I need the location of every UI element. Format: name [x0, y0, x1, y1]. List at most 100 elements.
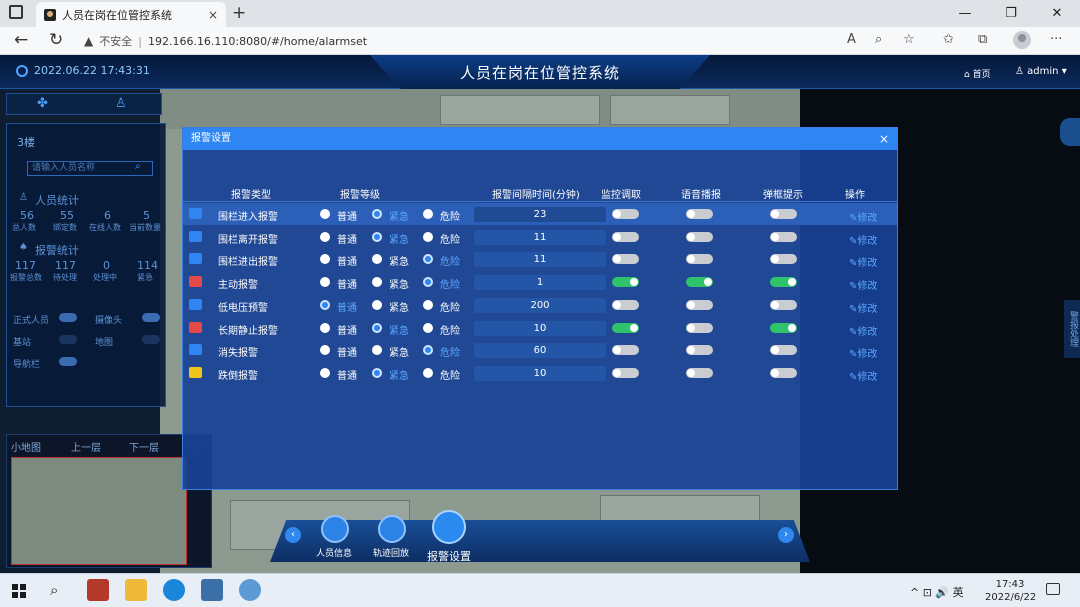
taskbar-clock[interactable]: 17:43 2022/6/22 — [985, 578, 1036, 604]
level-radio[interactable] — [372, 254, 382, 265]
level-radio[interactable] — [372, 209, 382, 219]
restore-button[interactable]: ❐ — [988, 0, 1034, 27]
edit-button[interactable]: ✎修改 — [849, 300, 877, 315]
url-field[interactable]: ▲ 不安全 | 192.166.16.110:8080/#/home/alarm… — [84, 31, 864, 51]
search-icon[interactable]: ⌕ — [135, 161, 141, 172]
level-radio-label[interactable]: 紧急 — [389, 367, 409, 382]
popup-switch[interactable] — [770, 254, 797, 265]
level-radio[interactable] — [320, 345, 330, 356]
level-radio-label[interactable]: 普通 — [337, 276, 357, 291]
level-radio-label[interactable]: 危险 — [440, 253, 460, 268]
search-icon[interactable]: ⌕ — [50, 581, 58, 599]
level-radio[interactable] — [320, 367, 330, 378]
nav-next-icon[interactable]: › — [778, 527, 794, 543]
level-radio[interactable] — [423, 299, 433, 310]
edit-button[interactable]: ✎修改 — [849, 232, 877, 247]
toggle-switch[interactable] — [59, 357, 77, 366]
profile-avatar[interactable] — [1013, 31, 1031, 49]
popup-switch[interactable] — [770, 299, 797, 310]
level-radio-label[interactable]: 危险 — [440, 367, 460, 382]
level-radio[interactable] — [372, 231, 382, 242]
level-radio[interactable] — [320, 231, 330, 242]
level-radio-label[interactable]: 危险 — [440, 231, 460, 246]
nav-track-replay[interactable]: 轨迹回放 — [373, 546, 409, 559]
level-radio-label[interactable]: 紧急 — [389, 208, 409, 223]
voice-switch[interactable] — [686, 231, 713, 242]
monitor-switch[interactable] — [612, 209, 639, 219]
level-radio[interactable] — [320, 209, 330, 219]
popup-switch[interactable] — [770, 322, 797, 333]
level-radio[interactable] — [423, 231, 433, 242]
monitor-switch[interactable] — [612, 277, 639, 288]
level-radio-label[interactable]: 紧急 — [389, 322, 409, 337]
toggle-switch[interactable] — [142, 335, 160, 344]
popup-switch[interactable] — [770, 345, 797, 356]
browser-tab[interactable]: 人员在岗在位管控系统 × — [36, 2, 226, 27]
refresh-icon[interactable]: ↻ — [49, 30, 63, 50]
right-panel-label[interactable]: 警报处理 — [1064, 300, 1080, 358]
track-replay-icon[interactable] — [378, 515, 406, 543]
more-menu-icon[interactable]: ··· — [1050, 32, 1062, 47]
level-radio[interactable] — [423, 367, 433, 378]
level-radio-label[interactable]: 紧急 — [389, 299, 409, 314]
level-radio[interactable] — [423, 209, 433, 219]
monitor-switch[interactable] — [612, 322, 639, 333]
level-radio[interactable] — [320, 299, 330, 310]
level-radio-label[interactable]: 危险 — [440, 344, 460, 359]
app-flower-icon[interactable] — [239, 579, 261, 601]
edit-button[interactable]: ✎修改 — [849, 368, 877, 383]
edit-button[interactable]: ✎修改 — [849, 209, 877, 224]
level-radio[interactable] — [372, 367, 382, 378]
back-icon[interactable]: ← — [14, 30, 28, 50]
toggle-switch[interactable] — [59, 313, 77, 322]
favorites-icon[interactable]: ✩ — [943, 32, 954, 47]
floor-up-button[interactable]: 上一层 — [71, 439, 101, 454]
voice-switch[interactable] — [686, 209, 713, 219]
level-radio[interactable] — [423, 345, 433, 356]
tab-actions-icon[interactable] — [9, 5, 23, 19]
collections-icon[interactable]: ⧉ — [978, 32, 987, 47]
level-radio[interactable] — [423, 322, 433, 333]
zoom-icon[interactable]: ⌕ — [875, 32, 882, 47]
popup-switch[interactable] — [770, 231, 797, 242]
voice-switch[interactable] — [686, 277, 713, 288]
edit-button[interactable]: ✎修改 — [849, 254, 877, 269]
voice-switch[interactable] — [686, 322, 713, 333]
level-radio[interactable] — [320, 254, 330, 265]
right-panel-toggle[interactable] — [1060, 118, 1080, 146]
level-radio-label[interactable]: 普通 — [337, 344, 357, 359]
toggle-switch[interactable] — [59, 335, 77, 344]
level-radio[interactable] — [320, 277, 330, 288]
level-radio-label[interactable]: 普通 — [337, 299, 357, 314]
tab-close-icon[interactable]: × — [208, 8, 218, 22]
level-radio-label[interactable]: 普通 — [337, 231, 357, 246]
edge-browser-icon[interactable] — [163, 579, 185, 601]
notification-icon[interactable] — [1046, 583, 1060, 595]
voice-switch[interactable] — [686, 367, 713, 378]
level-radio-label[interactable]: 紧急 — [389, 344, 409, 359]
level-radio-label[interactable]: 危险 — [440, 299, 460, 314]
monitor-switch[interactable] — [612, 367, 639, 378]
system-tray[interactable]: ^ ⊡ 🔊 英 — [910, 584, 964, 600]
level-radio-label[interactable]: 紧急 — [389, 253, 409, 268]
read-aloud-icon[interactable]: A — [847, 32, 856, 47]
popup-switch[interactable] — [770, 209, 797, 219]
level-radio-label[interactable]: 普通 — [337, 208, 357, 223]
monitor-switch[interactable] — [612, 299, 639, 310]
home-link[interactable]: ⌂ 首页 — [964, 67, 991, 80]
popup-switch[interactable] — [770, 367, 797, 378]
nav-alarm-settings[interactable]: 报警设置 — [427, 548, 471, 564]
start-button[interactable] — [12, 584, 26, 598]
archive-app-icon[interactable] — [87, 579, 109, 601]
level-radio[interactable] — [320, 322, 330, 333]
voice-switch[interactable] — [686, 345, 713, 356]
level-radio-label[interactable]: 普通 — [337, 367, 357, 382]
level-radio-label[interactable]: 危险 — [440, 208, 460, 223]
toggle-switch[interactable] — [142, 313, 160, 322]
edit-button[interactable]: ✎修改 — [849, 323, 877, 338]
level-radio[interactable] — [372, 299, 382, 310]
edit-button[interactable]: ✎修改 — [849, 345, 877, 360]
favorite-add-icon[interactable]: ☆ — [903, 32, 915, 47]
level-radio-label[interactable]: 普通 — [337, 253, 357, 268]
nav-prev-icon[interactable]: ‹ — [285, 527, 301, 543]
